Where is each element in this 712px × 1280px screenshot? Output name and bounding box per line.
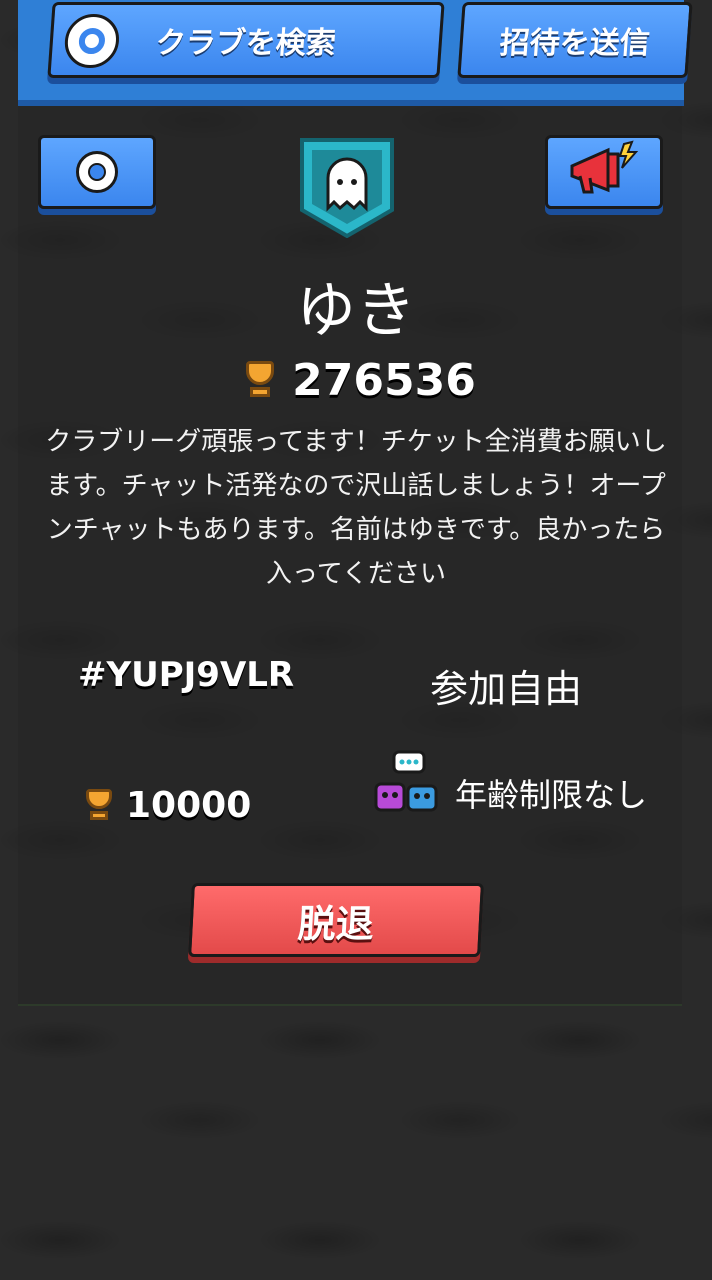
leave-club-label: 脱退 bbox=[296, 901, 375, 946]
total-trophies: 276536 bbox=[292, 355, 476, 406]
club-badge bbox=[300, 138, 394, 238]
club-description: クラブリーグ頑張ってます！チケット全消費お願いします。チャット活発なので沢山話し… bbox=[45, 427, 667, 589]
total-trophies-row: 276536 bbox=[0, 355, 712, 406]
trophy-icon bbox=[236, 360, 284, 401]
join-type: 参加自由 bbox=[430, 667, 583, 711]
megaphone-icon bbox=[570, 140, 639, 194]
top-bar: クラブを検索 招待を送信 bbox=[18, 0, 693, 106]
age-restriction: 年齢制限なし bbox=[455, 776, 648, 814]
announce-button[interactable] bbox=[545, 135, 663, 209]
search-club-button[interactable]: クラブを検索 bbox=[47, 2, 445, 78]
search-club-label: クラブを検索 bbox=[154, 26, 337, 61]
club-tag[interactable]: #YUPJ9VLR bbox=[78, 655, 294, 695]
search-icon bbox=[63, 14, 121, 68]
send-invite-label: 招待を送信 bbox=[498, 26, 651, 61]
settings-button[interactable] bbox=[38, 135, 156, 209]
required-trophies-row: 10000 bbox=[80, 785, 251, 826]
trophy-icon bbox=[80, 788, 120, 823]
ghost-icon bbox=[326, 157, 368, 212]
required-trophies: 10000 bbox=[126, 785, 252, 826]
club-name: ゆき bbox=[296, 276, 416, 346]
send-invite-button[interactable]: 招待を送信 bbox=[457, 2, 693, 78]
gear-icon bbox=[76, 151, 118, 193]
chat-friends-icon bbox=[374, 750, 438, 812]
leave-club-button[interactable]: 脱退 bbox=[188, 883, 484, 957]
